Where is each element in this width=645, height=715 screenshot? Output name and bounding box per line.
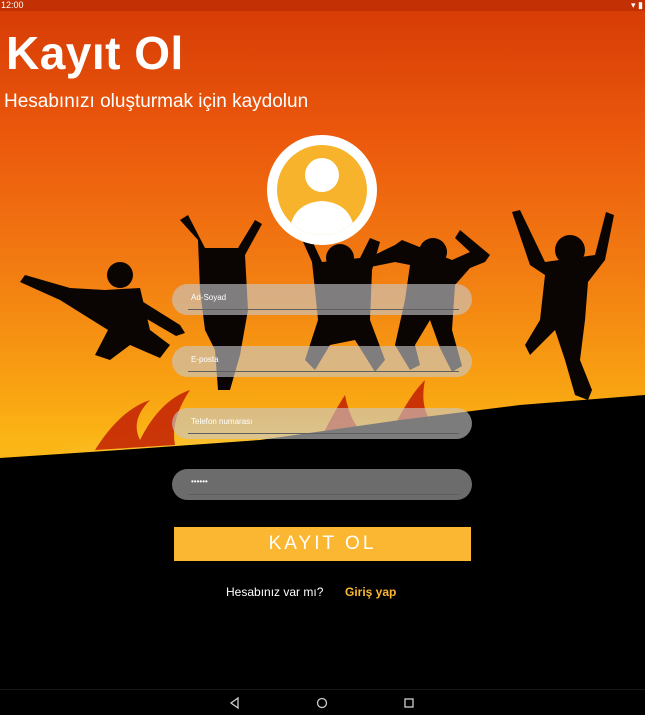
register-screen: 12:00 ▾ ▮ Kayıt Ol Hesabınızı oluşturmak… [0, 0, 645, 715]
email-field[interactable]: E-posta [172, 346, 472, 377]
name-underline [188, 309, 459, 310]
status-icons: ▾ ▮ [631, 0, 643, 11]
battery-icon: ▮ [638, 0, 643, 10]
page-title: Kayıt Ol [6, 27, 184, 79]
wifi-icon: ▾ [631, 0, 636, 10]
name-placeholder: Ad-Soyad [191, 293, 227, 302]
email-underline [188, 371, 459, 372]
status-bar: 12:00 ▾ ▮ [0, 0, 645, 11]
recents-icon[interactable] [402, 696, 416, 710]
password-field[interactable]: •••••• [172, 469, 472, 500]
phone-placeholder: Telefon numarası [191, 417, 253, 426]
user-placeholder-icon [277, 145, 367, 235]
navigation-bar [0, 689, 645, 715]
status-time: 12:00 [1, 0, 24, 10]
password-value: •••••• [191, 477, 208, 486]
email-placeholder: E-posta [191, 355, 219, 364]
password-underline [188, 494, 459, 495]
page-subtitle: Hesabınızı oluşturmak için kaydolun [4, 91, 309, 112]
phone-underline [188, 433, 459, 434]
login-link[interactable]: Giriş yap [345, 585, 396, 599]
have-account-text: Hesabınız var mı? [226, 585, 324, 599]
profile-avatar[interactable] [267, 135, 377, 245]
name-field[interactable]: Ad-Soyad [172, 284, 472, 315]
home-icon[interactable] [315, 696, 329, 710]
phone-field[interactable]: Telefon numarası [172, 408, 472, 439]
register-button[interactable]: KAYIT OL [174, 527, 471, 561]
back-icon[interactable] [228, 696, 242, 710]
